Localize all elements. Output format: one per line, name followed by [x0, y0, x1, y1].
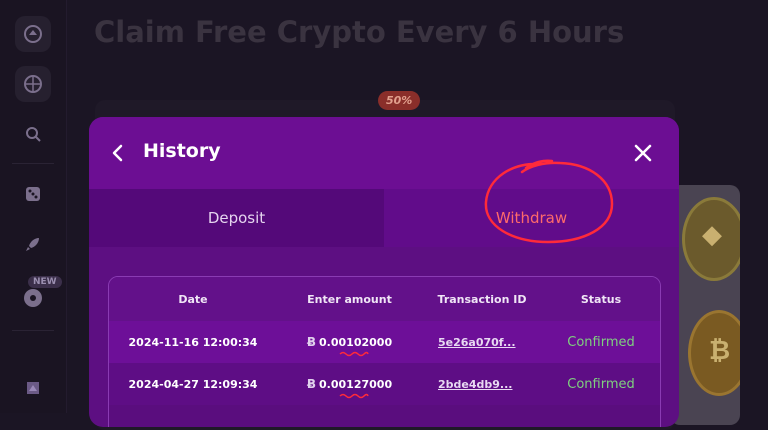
red-scribble-annotation [339, 393, 369, 399]
table-row: 2024-11-16 12:00:34 Ƀ 0.00102000 5e26a07… [109, 321, 660, 363]
discount-badge: 50% [378, 91, 421, 110]
back-arrow-icon[interactable] [109, 141, 127, 165]
column-header-amount: Enter amount [307, 292, 392, 306]
search-icon[interactable] [15, 116, 51, 152]
sidebar-divider [12, 163, 54, 164]
ethereum-coin-icon: ◆ [682, 197, 740, 281]
column-header-transaction-id: Transaction ID [437, 292, 527, 306]
home-icon[interactable] [15, 16, 51, 52]
row-date: 2024-04-27 12:09:34 [128, 377, 258, 391]
history-tabs: Deposit Withdraw [89, 189, 679, 247]
bitcoin-symbol-icon: Ƀ [306, 335, 317, 349]
tab-deposit[interactable]: Deposit [89, 189, 384, 247]
bitcoin-symbol-icon: Ƀ [306, 377, 317, 391]
transaction-id-link[interactable]: 5e26a070f... [422, 321, 542, 363]
status-badge: Confirmed [567, 376, 635, 392]
column-header-date: Date [178, 292, 208, 306]
close-icon[interactable] [632, 142, 654, 164]
column-header-status: Status [580, 292, 622, 306]
red-scribble-annotation [339, 351, 369, 357]
basketball-icon[interactable] [15, 66, 51, 102]
rocket-icon[interactable] [15, 226, 51, 262]
modal-title: History [143, 140, 221, 162]
page-title: Claim Free Crypto Every 6 Hours [94, 15, 625, 49]
amount-value: 0.00127000 [319, 377, 393, 391]
history-modal: History Deposit Withdraw Date Enter amou… [89, 117, 679, 427]
row-date: 2024-11-16 12:00:34 [128, 335, 258, 349]
history-table: Date Enter amount Transaction ID Status … [108, 276, 661, 427]
status-badge: Confirmed [567, 334, 635, 350]
transaction-id-link[interactable]: 2bde4db9... [422, 363, 542, 405]
crypto-promo-card: ◆ ₿ [670, 185, 740, 425]
new-badge: NEW [28, 276, 62, 288]
tab-withdraw[interactable]: Withdraw [384, 189, 679, 247]
dice-icon[interactable] [15, 176, 51, 212]
modal-header: History [89, 117, 679, 189]
gift-icon[interactable] [15, 370, 51, 406]
table-header: Date Enter amount Transaction ID Status [109, 277, 660, 321]
sidebar-divider [12, 330, 54, 331]
sidebar: NEW [0, 0, 67, 413]
table-row: 2024-04-27 12:09:34 Ƀ 0.00127000 2bde4db… [109, 363, 660, 405]
amount-value: 0.00102000 [319, 335, 393, 349]
bitcoin-coin-icon: ₿ [688, 310, 740, 396]
